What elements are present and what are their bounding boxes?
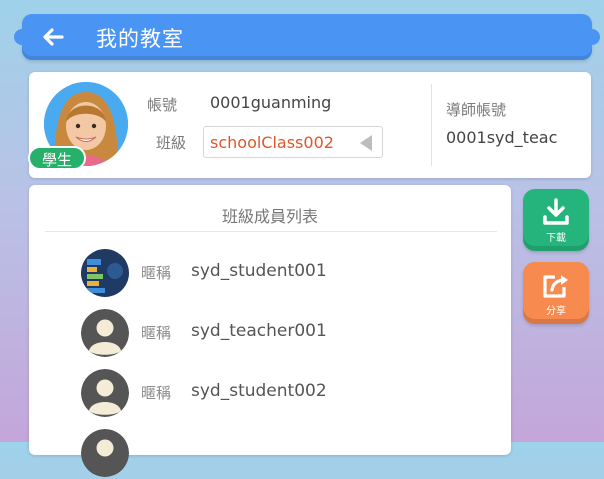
member-name: syd_teacher001 xyxy=(191,321,327,341)
download-icon xyxy=(543,198,569,225)
share-label: 分享 xyxy=(546,306,566,317)
share-icon xyxy=(543,275,568,298)
default-user-icon xyxy=(81,369,129,417)
page-title: 我的教室 xyxy=(96,27,184,51)
download-label: 下載 xyxy=(546,233,566,244)
member-avatar xyxy=(81,249,129,297)
members-title: 班級成員列表 xyxy=(221,207,318,226)
member-row[interactable]: 暱稱 syd_student001 xyxy=(81,249,501,299)
class-select[interactable]: schoolClass002 xyxy=(203,126,383,158)
nickname-label: 暱稱 xyxy=(141,384,172,402)
member-row[interactable]: 暱稱 syd_student002 xyxy=(81,369,501,419)
class-label: 班級 xyxy=(156,134,187,152)
role-badge: 學生 xyxy=(28,146,86,170)
default-user-icon xyxy=(81,309,129,357)
member-avatar xyxy=(81,429,129,477)
mentor-label: 導師帳號 xyxy=(446,101,507,119)
top-bar: 我的教室 xyxy=(14,14,600,60)
member-name: syd_student002 xyxy=(191,381,327,401)
nickname-label: 暱稱 xyxy=(141,264,172,282)
members-divider xyxy=(45,231,497,232)
member-name: syd_student001 xyxy=(191,261,327,281)
share-button[interactable]: 分享 xyxy=(523,262,589,324)
arrow-left-icon xyxy=(43,28,64,46)
nickname-label: 暱稱 xyxy=(141,324,172,342)
mentor-value: 0001syd_teac xyxy=(446,128,558,147)
account-label: 帳號 xyxy=(147,96,178,114)
default-user-icon xyxy=(81,429,129,477)
caret-left-icon xyxy=(360,135,372,151)
card-divider xyxy=(431,84,432,166)
members-panel: 班級成員列表 暱稱 syd_student001 暱稱 syd_teacher0… xyxy=(29,185,511,477)
account-value: 0001guanming xyxy=(210,93,332,112)
member-row[interactable]: 暱稱 syd_teacher001 xyxy=(81,309,501,359)
member-avatar xyxy=(81,309,129,357)
back-button[interactable] xyxy=(36,20,70,54)
top-bar-notch-right xyxy=(584,29,600,45)
class-select-value: schoolClass002 xyxy=(210,133,334,152)
member-avatar xyxy=(81,369,129,417)
top-bar-notch-left xyxy=(14,29,30,45)
member-row-partial[interactable] xyxy=(81,429,501,479)
profile-card: 帳號 0001guanming 班級 schoolClass002 導師帳號 0… xyxy=(29,72,591,178)
game-thumbnail-icon xyxy=(81,249,129,297)
download-button[interactable]: 下載 xyxy=(523,189,589,251)
